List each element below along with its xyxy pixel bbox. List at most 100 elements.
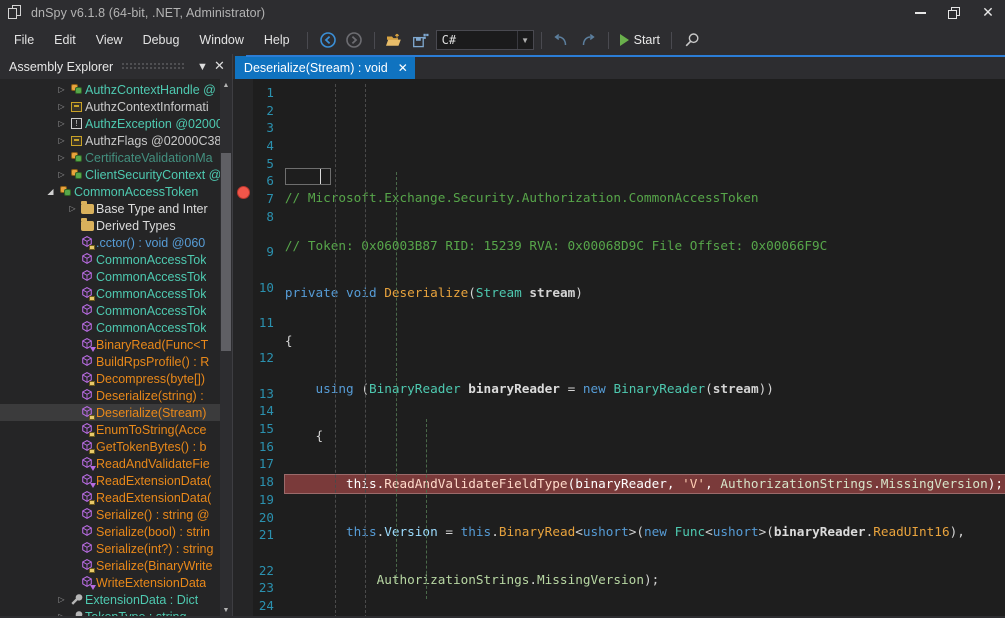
scroll-down-arrow[interactable]: ▼ <box>220 604 232 616</box>
expander-collapsed-icon[interactable]: ▷ <box>55 85 68 94</box>
start-group[interactable]: Start <box>616 33 664 47</box>
redo-button[interactable] <box>576 29 600 51</box>
tree-item[interactable]: BuildRpsProfile() : R <box>0 353 232 370</box>
tree-item[interactable]: ▷CertificateValidationMa <box>0 149 232 166</box>
tree-item[interactable]: ▷AuthzContextHandle @ <box>0 81 232 98</box>
navigate-back-button[interactable] <box>316 29 340 51</box>
tree-item-label: ExtensionData : Dict <box>85 593 198 607</box>
save-module-button[interactable] <box>409 29 433 51</box>
undo-button[interactable] <box>550 29 574 51</box>
line-number: 15 <box>253 420 274 438</box>
tree-item-label: AuthzContextInformati <box>85 100 209 114</box>
tree-item[interactable]: Serialize(bool) : strin <box>0 523 232 540</box>
expander-collapsed-icon[interactable]: ▷ <box>55 136 68 145</box>
breakpoint-dot-icon[interactable] <box>237 186 250 199</box>
tree-item[interactable]: CommonAccessTok <box>0 251 232 268</box>
tree-item[interactable]: ReadExtensionData( <box>0 489 232 506</box>
redo-icon <box>579 33 596 48</box>
expander-collapsed-icon[interactable]: ▷ <box>55 153 68 162</box>
expander-collapsed-icon[interactable]: ▷ <box>66 204 79 213</box>
tree-item[interactable]: ▷Base Type and Inter <box>0 200 232 217</box>
tree-item-icon <box>68 593 85 606</box>
tree-item[interactable]: BinaryRead(Func<T <box>0 336 232 353</box>
code-view[interactable]: 12345678 9 10 11 12 131415161718192021 2… <box>233 79 1005 616</box>
tree-item[interactable]: GetTokenBytes() : b <box>0 438 232 455</box>
search-button[interactable] <box>680 29 704 51</box>
tree-item[interactable]: Serialize(BinaryWrite <box>0 557 232 574</box>
tree-item-icon <box>79 221 96 231</box>
tree-item[interactable]: ReadExtensionData( <box>0 472 232 489</box>
tree-item[interactable]: ▷AuthzFlags @02000C38 <box>0 132 232 149</box>
tree-item[interactable]: Serialize(int?) : string <box>0 540 232 557</box>
expander-collapsed-icon[interactable]: ▷ <box>55 102 68 111</box>
breakpoint-gutter[interactable] <box>233 79 253 616</box>
expander-collapsed-icon[interactable]: ▷ <box>55 170 68 179</box>
struct-icon <box>71 102 82 112</box>
menu-file[interactable]: File <box>4 29 44 51</box>
tab-deserialize-stream[interactable]: Deserialize(Stream) : void ✕ <box>235 56 415 79</box>
expander-collapsed-icon[interactable]: ▷ <box>55 595 68 604</box>
method-private-icon <box>81 559 94 572</box>
scroll-up-arrow[interactable]: ▲ <box>220 79 232 91</box>
panel-menu-button[interactable]: ▼ <box>194 57 211 77</box>
open-button[interactable] <box>383 29 407 51</box>
tree-item[interactable]: ▷ ExtensionData : Dict <box>0 591 232 608</box>
tree-item[interactable]: Deserialize(string) : <box>0 387 232 404</box>
tree-item[interactable]: ▷ClientSecurityContext @ <box>0 166 232 183</box>
menu-help[interactable]: Help <box>254 29 300 51</box>
tree-item[interactable]: ReadAndValidateFie <box>0 455 232 472</box>
tree-item-icon <box>79 474 96 487</box>
assembly-tree[interactable]: ▲ ▼ ▷AuthzContextHandle @▷AuthzContextIn… <box>0 79 232 616</box>
menu-view[interactable]: View <box>86 29 133 51</box>
code-text[interactable]: // Microsoft.Exchange.Security.Authoriza… <box>279 79 1005 616</box>
tree-item[interactable]: EnumToString(Acce <box>0 421 232 438</box>
tree-item[interactable]: Derived Types <box>0 217 232 234</box>
tree-item[interactable]: Deserialize(Stream) <box>0 404 232 421</box>
method-icon <box>81 508 94 521</box>
navigate-forward-button[interactable] <box>342 29 366 51</box>
method-icon <box>81 270 94 283</box>
menu-debug[interactable]: Debug <box>133 29 190 51</box>
language-select[interactable]: C# ▼ <box>436 30 534 50</box>
tree-item[interactable]: ▷TokenType : string <box>0 608 232 616</box>
window-controls: ✕ <box>903 0 1005 26</box>
tree-scroll-thumb[interactable] <box>221 153 231 351</box>
menu-edit[interactable]: Edit <box>44 29 86 51</box>
menu-window[interactable]: Window <box>189 29 253 51</box>
tree-item-icon <box>68 84 85 95</box>
line-number: 6 <box>253 172 274 190</box>
tree-item[interactable]: Decompress(byte[]) <box>0 370 232 387</box>
expander-expanded-icon[interactable]: ◢ <box>44 187 57 196</box>
tree-item[interactable]: CommonAccessTok <box>0 285 232 302</box>
tree-item[interactable]: ▷!AuthzException @02000 <box>0 115 232 132</box>
tree-item[interactable]: ◢CommonAccessToken <box>0 183 232 200</box>
tree-item[interactable]: ▷ AuthzContextInformati <box>0 98 232 115</box>
minimize-icon <box>915 12 926 14</box>
expander-collapsed-icon[interactable]: ▷ <box>55 119 68 128</box>
toolbar-separator-4 <box>608 32 609 49</box>
undo-redo-group <box>549 29 601 51</box>
tree-scrollbar[interactable]: ▲ ▼ <box>220 79 232 616</box>
language-select-value: C# <box>437 33 517 47</box>
open-folder-icon <box>386 33 403 48</box>
tree-item-icon: ! <box>68 118 85 129</box>
expander-collapsed-icon[interactable]: ▷ <box>55 612 68 616</box>
chevron-down-icon[interactable]: ▼ <box>517 31 533 49</box>
line-number-gutter: 12345678 9 10 11 12 131415161718192021 2… <box>253 79 279 616</box>
internal-badge-icon <box>90 347 96 352</box>
tree-item[interactable]: CommonAccessTok <box>0 319 232 336</box>
close-button[interactable]: ✕ <box>971 0 1005 26</box>
maximize-button[interactable] <box>937 0 971 26</box>
internal-badge-icon <box>90 585 96 590</box>
tree-item-icon <box>79 440 96 453</box>
tree-item[interactable]: .cctor() : void @060 <box>0 234 232 251</box>
panel-close-button[interactable]: ✕ <box>211 57 228 77</box>
tree-item[interactable]: WriteExtensionData <box>0 574 232 591</box>
tree-item[interactable]: CommonAccessTok <box>0 302 232 319</box>
tree-item[interactable]: Serialize() : string @ <box>0 506 232 523</box>
tree-item-icon <box>79 338 96 351</box>
tree-item-label: GetTokenBytes() : b <box>96 440 206 454</box>
tree-item[interactable]: CommonAccessTok <box>0 268 232 285</box>
minimize-button[interactable] <box>903 0 937 26</box>
tab-close-icon[interactable]: ✕ <box>395 59 411 76</box>
